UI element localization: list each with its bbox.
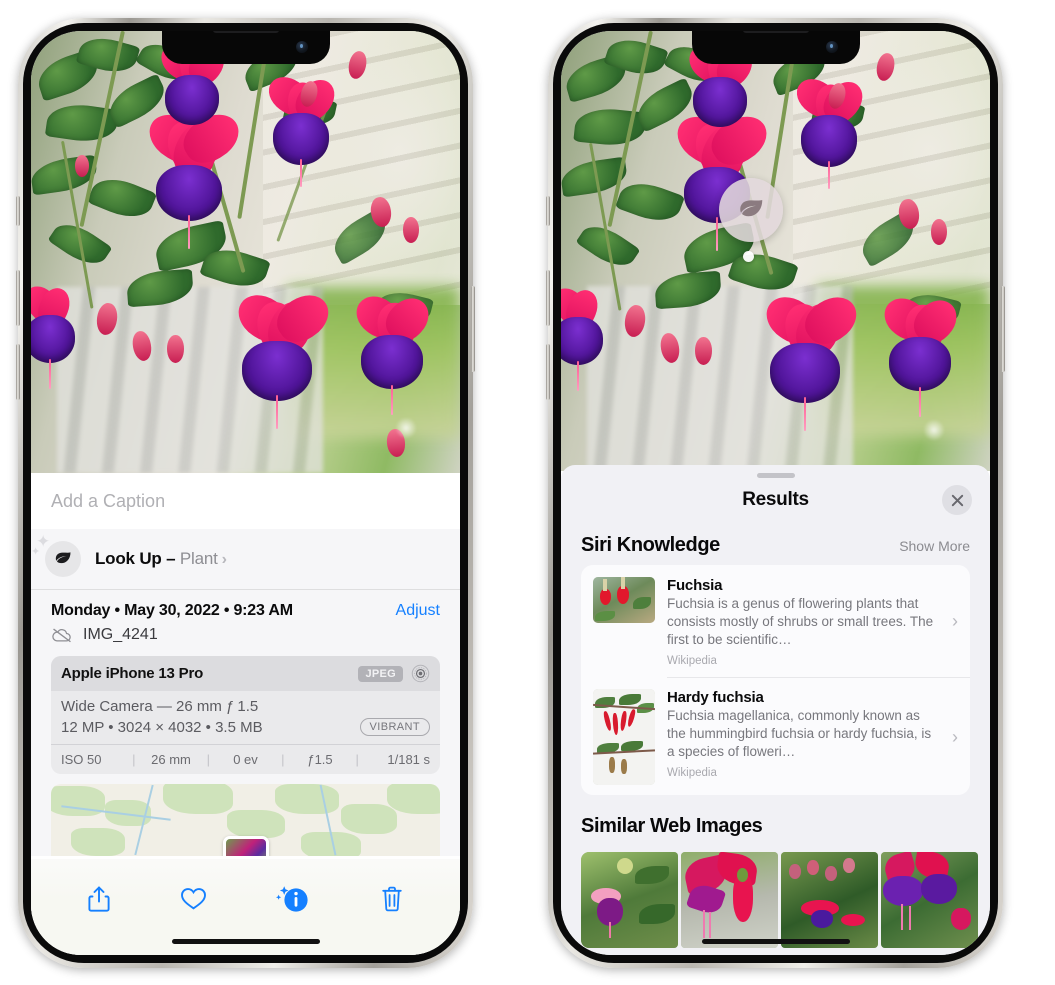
left-phone-screen: Add a Caption ✦ ✦ Look Up – Plant › Mond… bbox=[31, 31, 460, 955]
right-phone-device: Results Siri Knowledge Show More Fuchsia… bbox=[546, 18, 1005, 968]
web-image-2[interactable] bbox=[681, 852, 778, 949]
show-more-button[interactable]: Show More bbox=[899, 538, 970, 554]
knowledge-source: Wikipedia bbox=[667, 767, 717, 780]
volume-up-button-right[interactable] bbox=[546, 270, 550, 326]
similar-web-images-strip[interactable] bbox=[561, 852, 990, 949]
exif-shutter: 1/181 s bbox=[387, 752, 431, 767]
web-image-1[interactable] bbox=[581, 852, 678, 949]
side-power-button-left[interactable] bbox=[471, 286, 475, 372]
earpiece-speaker-icon bbox=[742, 31, 809, 33]
similar-web-images-title: Similar Web Images bbox=[581, 815, 763, 838]
camera-metadata-card[interactable]: Apple iPhone 13 Pro JPEG Wide Camera — 2… bbox=[51, 656, 440, 774]
left-phone-device: Add a Caption ✦ ✦ Look Up – Plant › Mond… bbox=[16, 18, 475, 968]
chevron-right-icon: › bbox=[952, 726, 958, 747]
siri-knowledge-title: Siri Knowledge bbox=[581, 534, 720, 556]
knowledge-body: Hardy fuchsia Fuchsia magellanica, commo… bbox=[667, 689, 938, 779]
map-photo-pin bbox=[222, 836, 269, 856]
web-image-4[interactable] bbox=[881, 852, 978, 949]
leaf-badge: ✦ ✦ bbox=[31, 533, 81, 577]
file-name: IMG_4241 bbox=[83, 626, 158, 643]
photo-fuchsia-flowers bbox=[31, 31, 460, 473]
icloud-slash-icon bbox=[52, 628, 71, 643]
thumbnail-hardy-fuchsia bbox=[593, 689, 655, 786]
close-icon bbox=[951, 494, 963, 506]
notch-left bbox=[161, 31, 330, 64]
capture-date: Monday • May 30, 2022 • 9:23 AM bbox=[51, 602, 293, 619]
notch-right bbox=[691, 31, 860, 64]
screenshot-root: Add a Caption ✦ ✦ Look Up – Plant › Mond… bbox=[0, 0, 1055, 985]
share-icon[interactable] bbox=[87, 885, 111, 918]
resolution-info: 12 MP • 3024 × 4032 • 3.5 MB bbox=[61, 718, 263, 736]
siri-knowledge-header: Siri Knowledge Show More bbox=[561, 522, 990, 565]
home-indicator-left[interactable] bbox=[171, 939, 320, 944]
info-sparkle-icon[interactable] bbox=[275, 884, 311, 919]
trash-icon[interactable] bbox=[380, 885, 404, 918]
sparkle-icon-small: ✦ bbox=[31, 546, 41, 558]
chevron-right-icon: › bbox=[952, 611, 958, 632]
metadata-header: Apple iPhone 13 Pro JPEG bbox=[51, 656, 440, 691]
ring-silent-switch-right[interactable] bbox=[546, 196, 550, 226]
close-button[interactable] bbox=[942, 485, 972, 515]
ring-silent-switch-left[interactable] bbox=[16, 196, 20, 226]
look-up-row[interactable]: ✦ ✦ Look Up – Plant › bbox=[31, 529, 460, 590]
side-power-button-right[interactable] bbox=[1001, 286, 1005, 372]
location-map[interactable] bbox=[51, 784, 440, 856]
web-image-3[interactable] bbox=[781, 852, 878, 949]
info-body: ✦ ✦ Look Up – Plant › Monday • May 30, 20… bbox=[31, 529, 460, 955]
look-up-label: Look Up – Plant › bbox=[95, 549, 227, 569]
photo-fuchsia-flowers bbox=[561, 31, 990, 471]
device-name: Apple iPhone 13 Pro bbox=[61, 665, 204, 682]
exif-focal: 26 mm bbox=[151, 752, 191, 767]
results-header: Results bbox=[561, 478, 990, 522]
look-up-prefix: Look Up – bbox=[95, 549, 180, 568]
knowledge-source: Wikipedia bbox=[667, 654, 717, 667]
front-camera-icon bbox=[295, 41, 308, 53]
chevron-right-icon: › bbox=[221, 551, 227, 568]
leaf-icon bbox=[55, 552, 71, 564]
similar-web-images-header: Similar Web Images bbox=[561, 795, 990, 846]
thumbnail-fuchsia bbox=[593, 577, 655, 623]
leaf-icon bbox=[740, 200, 763, 217]
knowledge-item-fuchsia[interactable]: Fuchsia Fuchsia is a genus of flowering … bbox=[581, 565, 970, 677]
knowledge-body: Fuchsia Fuchsia is a genus of flowering … bbox=[667, 577, 938, 667]
earpiece-speaker-icon bbox=[212, 31, 279, 33]
exif-exposure: 0 ev bbox=[233, 752, 258, 767]
right-phone-screen: Results Siri Knowledge Show More Fuchsia… bbox=[561, 31, 990, 955]
caption-placeholder: Add a Caption bbox=[51, 490, 166, 511]
knowledge-description: Fuchsia magellanica, commonly known as t… bbox=[667, 708, 932, 760]
results-sheet: Results Siri Knowledge Show More Fuchsia… bbox=[561, 465, 990, 955]
photographic-style-badge: VIBRANT bbox=[359, 718, 430, 736]
exif-aperture: ƒ1.5 bbox=[307, 752, 333, 767]
home-indicator-right[interactable] bbox=[701, 939, 850, 944]
knowledge-item-hardy-fuchsia[interactable]: Hardy fuchsia Fuchsia magellanica, commo… bbox=[581, 677, 970, 795]
aperture-icon bbox=[411, 664, 430, 683]
front-camera-icon bbox=[825, 41, 838, 53]
file-row: IMG_4241 bbox=[31, 622, 460, 656]
visual-lookup-anchor-dot bbox=[743, 251, 754, 262]
photo-toolbar bbox=[31, 879, 460, 923]
photo-info-sheet: Add a Caption ✦ ✦ Look Up – Plant › Mond… bbox=[31, 473, 460, 955]
photo-viewer-right[interactable] bbox=[561, 31, 990, 471]
caption-field[interactable]: Add a Caption bbox=[31, 473, 460, 529]
lens-info: Wide Camera — 26 mm ƒ 1.5 bbox=[61, 698, 259, 715]
knowledge-title: Fuchsia bbox=[667, 577, 723, 594]
adjust-button[interactable]: Adjust bbox=[396, 602, 440, 620]
look-up-subject: Plant bbox=[179, 549, 218, 568]
results-title: Results bbox=[742, 489, 809, 510]
exif-row: ISO 50 | 26 mm | 0 ev | ƒ1.5 | 1/181 s bbox=[51, 744, 440, 774]
photo-viewer-left[interactable] bbox=[31, 31, 460, 473]
visual-lookup-badge[interactable] bbox=[719, 178, 783, 242]
volume-down-button-left[interactable] bbox=[16, 344, 20, 400]
volume-up-button-left[interactable] bbox=[16, 270, 20, 326]
exif-iso: ISO 50 bbox=[61, 752, 102, 767]
siri-knowledge-card: Fuchsia Fuchsia is a genus of flowering … bbox=[581, 565, 970, 796]
knowledge-description: Fuchsia is a genus of flowering plants t… bbox=[667, 596, 934, 647]
heart-icon[interactable] bbox=[180, 886, 207, 916]
metadata-middle: Wide Camera — 26 mm ƒ 1.5 12 MP • 3024 ×… bbox=[51, 691, 440, 744]
date-row: Monday • May 30, 2022 • 9:23 AM Adjust bbox=[31, 590, 460, 622]
knowledge-title: Hardy fuchsia bbox=[667, 689, 764, 707]
volume-down-button-right[interactable] bbox=[546, 344, 550, 400]
format-badge: JPEG bbox=[358, 665, 403, 682]
